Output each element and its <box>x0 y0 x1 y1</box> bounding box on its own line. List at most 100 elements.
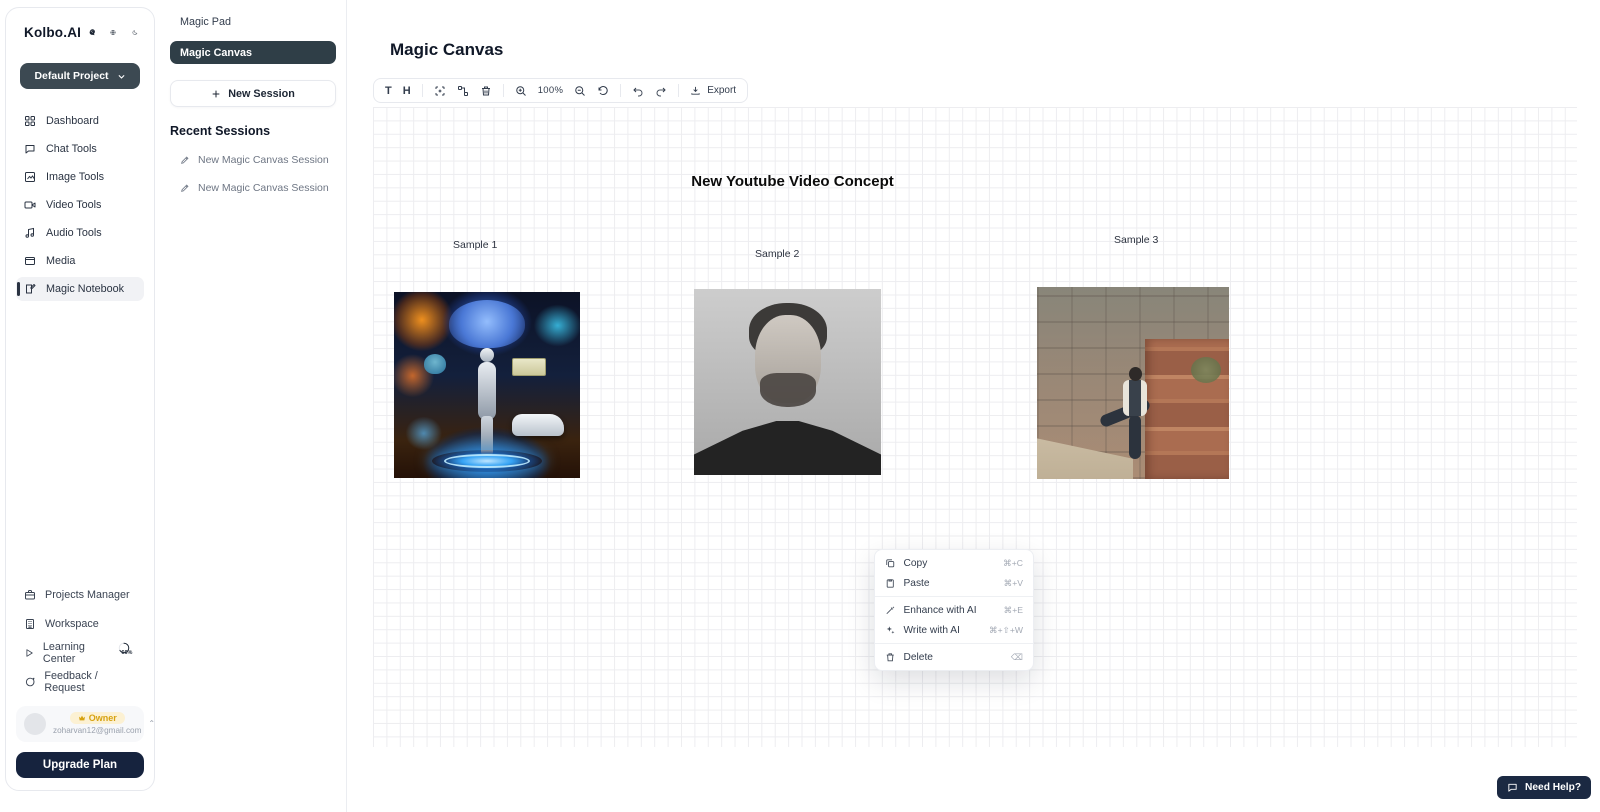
ai-select-tool-button[interactable] <box>434 85 446 97</box>
language-globe-icon[interactable] <box>110 26 116 39</box>
sidebar-item-dashboard[interactable]: Dashboard <box>16 109 144 133</box>
context-menu-paste[interactable]: Paste ⌘+V <box>875 573 1033 593</box>
tab-magic-pad[interactable]: Magic Pad <box>170 14 336 28</box>
zoom-out-icon <box>574 85 586 97</box>
sidebar-item-workspace[interactable]: Workspace <box>16 614 144 634</box>
session-list-item[interactable]: New Magic Canvas Session <box>170 182 336 194</box>
sidebar-item-label: Dashboard <box>46 115 99 127</box>
project-selector-label: Default Project <box>34 70 108 82</box>
sidebar-item-feedback[interactable]: Feedback / Request <box>16 672 144 692</box>
sidebar-item-label: Video Tools <box>46 199 101 211</box>
context-menu-copy[interactable]: Copy ⌘+C <box>875 553 1033 573</box>
sample-3-image-man-on-ruins[interactable] <box>1037 287 1229 479</box>
need-help-button[interactable]: Need Help? <box>1497 776 1591 799</box>
sidebar-item-label: Audio Tools <box>46 227 102 239</box>
sample-2-image-portrait[interactable] <box>694 289 881 475</box>
reset-view-button[interactable] <box>597 85 609 97</box>
toolbar-divider <box>620 84 621 97</box>
plus-icon <box>211 89 221 99</box>
building-icon <box>24 618 36 630</box>
sample-1-image-ai-collage[interactable] <box>394 292 580 478</box>
redo-button[interactable] <box>655 85 667 97</box>
zoom-level-value[interactable]: 100% <box>538 85 564 96</box>
art-figure-head <box>1129 367 1142 381</box>
context-menu-item-label: Copy <box>904 558 996 569</box>
music-note-icon <box>24 227 36 239</box>
shortcut-hint: ⌘+V <box>1004 578 1023 589</box>
brand-name: Kolbo.AI <box>24 25 81 40</box>
trash-icon <box>885 652 896 663</box>
sidebar-item-image-tools[interactable]: Image Tools <box>16 165 144 189</box>
learning-progress-value: 66% <box>118 642 136 664</box>
dark-mode-moon-icon[interactable] <box>132 26 138 39</box>
canvas-heading-text[interactable]: New Youtube Video Concept <box>690 173 895 190</box>
zoom-in-button[interactable] <box>515 85 527 97</box>
undo-button[interactable] <box>632 85 644 97</box>
heading-tool-button[interactable]: H <box>403 85 411 97</box>
context-menu-item-label: Write with AI <box>904 625 982 636</box>
copy-icon <box>885 558 896 569</box>
pencil-icon <box>180 183 190 193</box>
active-indicator <box>17 282 20 296</box>
sidebar-item-label: Media <box>46 255 75 267</box>
sidebar-item-chat-tools[interactable]: Chat Tools <box>16 137 144 161</box>
dashboard-icon <box>24 115 36 127</box>
upgrade-plan-button[interactable]: Upgrade Plan <box>16 752 144 778</box>
new-session-button[interactable]: New Session <box>170 80 336 107</box>
project-selector[interactable]: Default Project <box>20 63 140 89</box>
play-icon <box>24 647 34 659</box>
ai-select-icon <box>434 85 446 97</box>
context-menu-delete[interactable]: Delete ⌫ <box>875 647 1033 667</box>
sidebar-item-learning-center[interactable]: Learning Center 66% <box>16 643 144 663</box>
sidebar: Kolbo.AI Default Project Dashboard <box>5 7 155 791</box>
undo-icon <box>632 85 644 97</box>
context-menu-write-with-ai[interactable]: Write with AI ⌘+⇧+W <box>875 620 1033 640</box>
art-brain-network <box>449 300 525 348</box>
zoom-out-button[interactable] <box>574 85 586 97</box>
tab-magic-pad-label: Magic Pad <box>180 16 231 28</box>
sidebar-item-audio-tools[interactable]: Audio Tools <box>16 221 144 245</box>
export-button[interactable]: Export <box>690 85 736 96</box>
sample-1-label[interactable]: Sample 1 <box>453 239 497 251</box>
chat-bubble-icon <box>24 143 36 155</box>
user-account-card[interactable]: Owner zoharvan12@gmail.com ⌃ <box>16 706 144 742</box>
feedback-bubble-icon <box>24 676 35 688</box>
user-card-caret-icon: ⌃ <box>148 719 155 728</box>
session-item-label: New Magic Canvas Session <box>198 182 329 194</box>
paste-clipboard-icon <box>885 578 896 589</box>
briefcase-icon <box>24 589 36 601</box>
context-menu-item-label: Paste <box>904 578 996 589</box>
toolbar-divider <box>678 84 679 97</box>
sidebar-item-projects-manager[interactable]: Projects Manager <box>16 585 144 605</box>
art-figure-torso <box>1123 380 1147 416</box>
sidebar-item-label: Image Tools <box>46 171 104 183</box>
new-session-label: New Session <box>228 88 295 100</box>
sidebar-item-media[interactable]: Media <box>16 249 144 273</box>
delete-tool-button[interactable] <box>480 85 492 97</box>
sample-3-label[interactable]: Sample 3 <box>1114 234 1158 246</box>
owner-badge-label: Owner <box>89 713 117 723</box>
art-banknote <box>512 358 546 376</box>
tab-magic-canvas[interactable]: Magic Canvas <box>170 41 336 64</box>
sidebar-item-video-tools[interactable]: Video Tools <box>16 193 144 217</box>
export-label: Export <box>707 85 736 96</box>
sample-2-label[interactable]: Sample 2 <box>755 248 799 260</box>
sidebar-item-label: Feedback / Request <box>44 670 136 694</box>
user-email: zoharvan12@gmail.com <box>53 726 141 735</box>
session-item-label: New Magic Canvas Session <box>198 154 329 166</box>
chevron-down-icon <box>117 72 126 81</box>
context-menu-enhance-with-ai[interactable]: Enhance with AI ⌘+E <box>875 600 1033 620</box>
reset-rotate-icon <box>597 85 609 97</box>
sidebar-item-label: Chat Tools <box>46 143 97 155</box>
sidebar-item-label: Workspace <box>45 618 99 630</box>
page-title: Magic Canvas <box>390 40 503 60</box>
sidebar-item-magic-notebook[interactable]: Magic Notebook <box>16 277 144 301</box>
art-robot-head <box>480 348 494 362</box>
toolbar-divider <box>422 84 423 97</box>
brand: Kolbo.AI <box>16 24 144 41</box>
need-help-label: Need Help? <box>1525 782 1581 793</box>
text-tool-button[interactable]: T <box>385 85 392 97</box>
connector-tool-button[interactable] <box>457 85 469 97</box>
help-chat-icon <box>1507 782 1518 793</box>
session-list-item[interactable]: New Magic Canvas Session <box>170 154 336 166</box>
